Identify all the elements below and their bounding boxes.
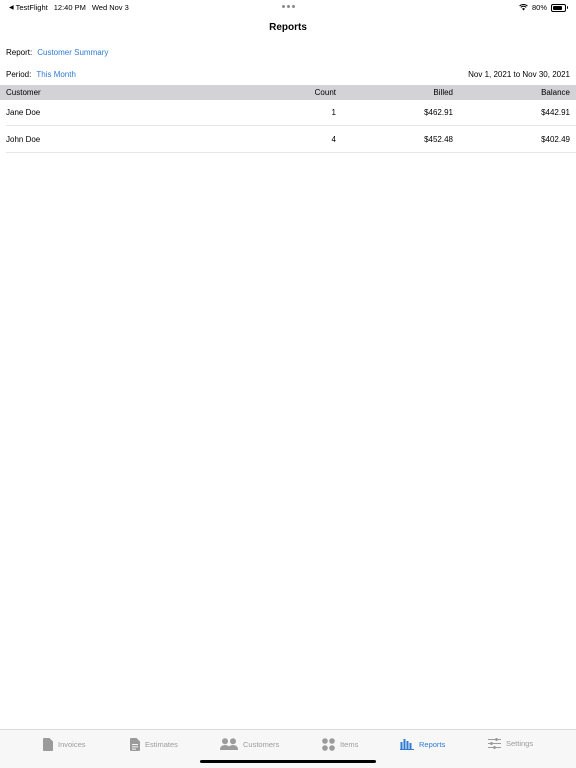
column-header-balance: Balance bbox=[541, 88, 570, 97]
document-icon bbox=[43, 738, 53, 751]
tab-label: Invoices bbox=[58, 740, 86, 749]
tab-invoices[interactable]: Invoices bbox=[43, 738, 86, 751]
status-date: Wed Nov 3 bbox=[91, 3, 129, 12]
status-time: 12:40 PM bbox=[53, 3, 86, 12]
bar-chart-icon bbox=[400, 739, 414, 750]
document-lines-icon bbox=[130, 738, 140, 751]
tab-estimates[interactable]: Estimates bbox=[130, 738, 178, 751]
status-left: ◀ TestFlight 12:40 PM Wed Nov 3 bbox=[9, 3, 129, 12]
page-title: Reports bbox=[269, 22, 307, 33]
customer-balance: $442.91 bbox=[541, 108, 570, 117]
status-bar: ◀ TestFlight 12:40 PM Wed Nov 3 80% bbox=[0, 0, 576, 14]
period-label: Period: bbox=[6, 70, 32, 79]
tab-settings[interactable]: Settings bbox=[488, 738, 533, 749]
tab-label: Estimates bbox=[145, 740, 178, 749]
battery-fill bbox=[553, 5, 562, 10]
report-label: Report: bbox=[6, 48, 33, 57]
customer-name: John Doe bbox=[6, 135, 41, 144]
tab-bar: Invoices Estimates Customers Items Repor… bbox=[0, 729, 576, 768]
tab-label: Reports bbox=[419, 739, 446, 749]
tab-items[interactable]: Items bbox=[322, 738, 358, 751]
date-range: Nov 1, 2021 to Nov 30, 2021 bbox=[468, 70, 570, 79]
tab-label: Items bbox=[340, 740, 359, 749]
multitasking-dots-icon[interactable] bbox=[282, 2, 295, 8]
status-right: 80% bbox=[519, 3, 568, 12]
column-header-billed: Billed bbox=[433, 88, 453, 97]
tab-customers[interactable]: Customers bbox=[220, 738, 279, 750]
battery-tip bbox=[566, 6, 568, 9]
period-filter-row: Period: This Month bbox=[6, 70, 76, 79]
row-divider bbox=[6, 152, 576, 153]
column-header-count: Count bbox=[314, 88, 336, 97]
customer-balance: $402.49 bbox=[541, 135, 570, 144]
period-selector[interactable]: This Month bbox=[36, 70, 76, 79]
column-header-customer: Customer bbox=[6, 88, 41, 97]
tab-reports[interactable]: Reports bbox=[400, 738, 445, 750]
wifi-icon bbox=[519, 4, 528, 11]
report-selector[interactable]: Customer Summary bbox=[37, 48, 108, 57]
table-row[interactable]: Jane Doe 1 $462.91 $442.91 bbox=[0, 100, 576, 126]
back-app-link[interactable]: TestFlight bbox=[16, 3, 48, 12]
home-indicator[interactable] bbox=[200, 760, 376, 763]
report-filter-row: Report: Customer Summary bbox=[6, 48, 108, 57]
back-arrow-icon[interactable]: ◀ bbox=[9, 4, 14, 11]
customer-billed: $462.91 bbox=[424, 108, 453, 117]
sliders-icon bbox=[488, 738, 501, 749]
table-header: Customer Count Billed Balance bbox=[0, 85, 576, 100]
row-divider bbox=[6, 125, 576, 126]
four-circles-icon bbox=[322, 738, 335, 751]
battery-icon bbox=[551, 3, 568, 12]
battery-percent: 80% bbox=[531, 3, 547, 12]
table-row[interactable]: John Doe 4 $452.48 $402.49 bbox=[0, 127, 576, 153]
customer-name: Jane Doe bbox=[6, 108, 41, 117]
customer-count: 1 bbox=[331, 108, 336, 117]
tab-label: Settings bbox=[506, 739, 534, 748]
people-icon bbox=[220, 738, 238, 750]
tab-label: Customers bbox=[243, 739, 280, 749]
customer-billed: $452.48 bbox=[424, 135, 453, 144]
customer-count: 4 bbox=[331, 135, 336, 144]
